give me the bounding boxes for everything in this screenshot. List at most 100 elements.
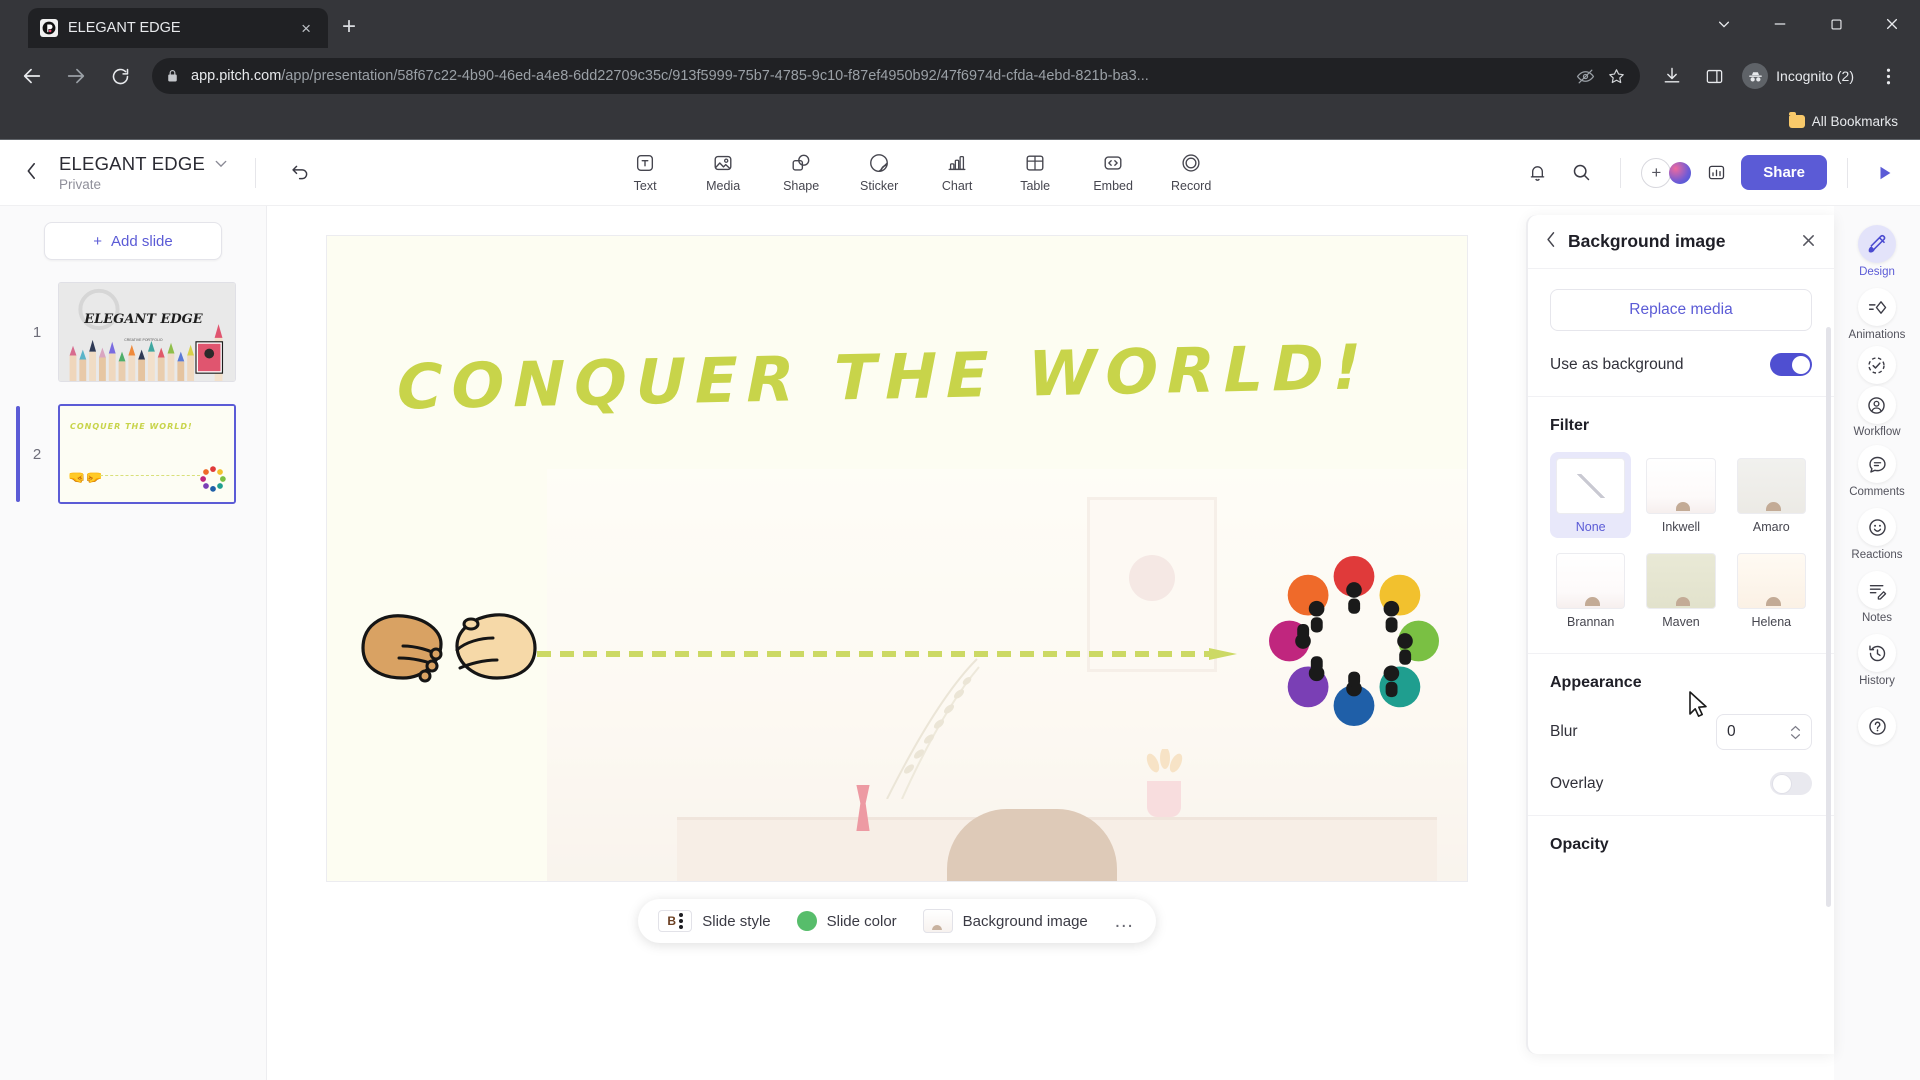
slide-thumbnail-2[interactable]: CONQUER THE WORLD! 🤜🤛 [58, 404, 236, 504]
filter-preview-none [1556, 458, 1626, 514]
address-bar[interactable]: app.pitch.com/app/presentation/58f67c22-… [152, 58, 1641, 94]
more-options-icon[interactable]: … [1114, 911, 1136, 931]
forward-button[interactable] [56, 56, 96, 96]
list-item[interactable]: 2 CONQUER THE WORLD! 🤜🤛 [16, 404, 240, 504]
tool-shape[interactable]: Shape [765, 148, 837, 197]
rail-item-animations[interactable]: Animations [1840, 283, 1914, 344]
slide-title-text[interactable]: CONQUER THE WORLD! [397, 329, 1417, 423]
three-dot-menu-icon[interactable] [1868, 56, 1908, 96]
tool-media[interactable]: Media [687, 148, 759, 197]
rail-item-reactions[interactable]: Reactions [1840, 503, 1914, 564]
bg-small-pot [1147, 781, 1181, 817]
filter-option-inkwell[interactable]: Inkwell [1640, 452, 1721, 538]
filter-option-brannan[interactable]: Brannan [1550, 547, 1631, 633]
close-window-button[interactable] [1864, 0, 1920, 48]
filter-label: Amaro [1752, 520, 1790, 534]
back-button[interactable] [12, 56, 52, 96]
analytics-icon[interactable] [1697, 154, 1735, 192]
rail-item-design[interactable]: Design [1840, 220, 1914, 281]
rail-label: History [1859, 675, 1895, 687]
play-icon[interactable] [1868, 158, 1902, 188]
download-icon[interactable] [1652, 56, 1692, 96]
color-swatch-icon [796, 911, 817, 931]
teamwork-ring-graphic [200, 466, 226, 492]
rail-item-comments[interactable]: Comments [1840, 440, 1914, 501]
new-tab-button[interactable]: + [342, 13, 356, 41]
tool-table[interactable]: Table [999, 148, 1071, 197]
undo-icon[interactable] [284, 156, 317, 189]
tab-close-icon[interactable]: × [296, 18, 316, 39]
use-as-background-row: Use as background [1550, 353, 1812, 376]
close-icon[interactable] [1801, 232, 1816, 252]
filter-option-amaro[interactable]: Amaro [1731, 452, 1812, 538]
blur-stepper[interactable]: 0 [1716, 714, 1812, 750]
slide-1-title: ELEGANT EDGE [84, 312, 203, 328]
opacity-section-title: Opacity [1550, 836, 1609, 853]
rail-item-history[interactable]: History [1840, 629, 1914, 690]
tab-search-chevron-icon[interactable] [1696, 0, 1752, 48]
animations-icon [1858, 288, 1896, 326]
history-clock-icon [1858, 634, 1896, 672]
tool-text[interactable]: Text [609, 148, 681, 197]
stepper-arrows-icon[interactable] [1790, 725, 1801, 740]
slide-color-button[interactable]: Slide color [796, 911, 897, 931]
tool-embed[interactable]: Embed [1077, 148, 1149, 197]
plus-icon: + [93, 232, 103, 250]
rail-item-workflow[interactable]: Workflow [1853, 346, 1901, 438]
add-slide-button[interactable]: + Add slide [44, 222, 222, 260]
rail-item-notes[interactable]: Notes [1840, 566, 1914, 627]
add-people-button[interactable]: + [1641, 157, 1692, 188]
tool-record[interactable]: Record [1155, 148, 1227, 197]
search-icon[interactable] [1562, 154, 1600, 192]
filter-option-none[interactable]: None [1550, 452, 1632, 538]
bell-icon[interactable] [1518, 154, 1556, 192]
bg-frame-art [1129, 554, 1175, 601]
tool-text-label: Text [633, 179, 657, 193]
star-icon[interactable] [1607, 67, 1626, 86]
eye-off-icon[interactable] [1576, 67, 1595, 86]
side-panel-icon[interactable] [1694, 56, 1734, 96]
rail-item-help[interactable] [1840, 702, 1914, 748]
url-path: /app/presentation/58f67c22-4b90-46ed-a4e… [281, 68, 1149, 84]
slide-style-button[interactable]: B Slide style [658, 910, 771, 932]
deck-visibility-label: Private [59, 177, 102, 192]
tool-sticker[interactable]: Sticker [843, 148, 915, 197]
filter-label: Brannan [1567, 615, 1615, 629]
use-as-background-toggle[interactable] [1770, 353, 1812, 376]
slide-number: 2 [32, 445, 42, 463]
window-controls [1696, 0, 1920, 48]
handshake-graphic[interactable] [357, 588, 542, 698]
maximize-button[interactable] [1808, 0, 1864, 48]
profile-chip[interactable]: Incognito (2) [1736, 59, 1866, 93]
filter-label: Inkwell [1661, 520, 1701, 534]
filter-option-helena[interactable]: Helena [1731, 547, 1812, 633]
replace-media-button[interactable]: Replace media [1550, 289, 1812, 331]
chevron-left-icon[interactable] [1546, 231, 1556, 252]
rail-label: Workflow [1853, 426, 1901, 438]
teamwork-ring-graphic[interactable] [1269, 556, 1439, 726]
appearance-section-title: Appearance [1550, 674, 1642, 691]
tool-chart[interactable]: Chart [921, 148, 993, 197]
browser-tab-title: ELEGANT EDGE [68, 20, 181, 36]
panel-scrollbar[interactable] [1826, 327, 1831, 907]
slide-style-bar: B Slide style Slide color Background ima… [638, 899, 1156, 943]
reload-button[interactable] [100, 56, 140, 96]
help-circle-icon [1858, 707, 1896, 745]
all-bookmarks-button[interactable]: All Bookmarks [1783, 111, 1904, 132]
deck-title-row[interactable]: ELEGANT EDGE [59, 153, 227, 175]
slide-thumbnail-1[interactable]: ELEGANT EDGE CREATIVE PORTFOLIO [58, 282, 236, 382]
chevron-left-icon[interactable] [18, 158, 45, 188]
filter-preview-maven [1646, 553, 1716, 609]
chevron-down-icon[interactable] [215, 157, 227, 171]
background-image-button[interactable]: Background image [922, 909, 1088, 933]
browser-tab[interactable]: ELEGANT EDGE × [28, 8, 328, 48]
filter-option-maven[interactable]: Maven [1640, 547, 1721, 633]
header-divider [255, 157, 256, 188]
overlay-toggle[interactable] [1770, 772, 1812, 795]
lock-icon [166, 69, 179, 83]
share-button[interactable]: Share [1741, 155, 1827, 190]
browser-toolbar: app.pitch.com/app/presentation/58f67c22-… [0, 48, 1920, 104]
minimize-button[interactable] [1752, 0, 1808, 48]
slide-canvas[interactable]: CONQUER THE WORLD! [327, 236, 1467, 881]
list-item[interactable]: 1 ELEGANT EDGE CREATIVE PORTFOLIO [26, 282, 240, 382]
